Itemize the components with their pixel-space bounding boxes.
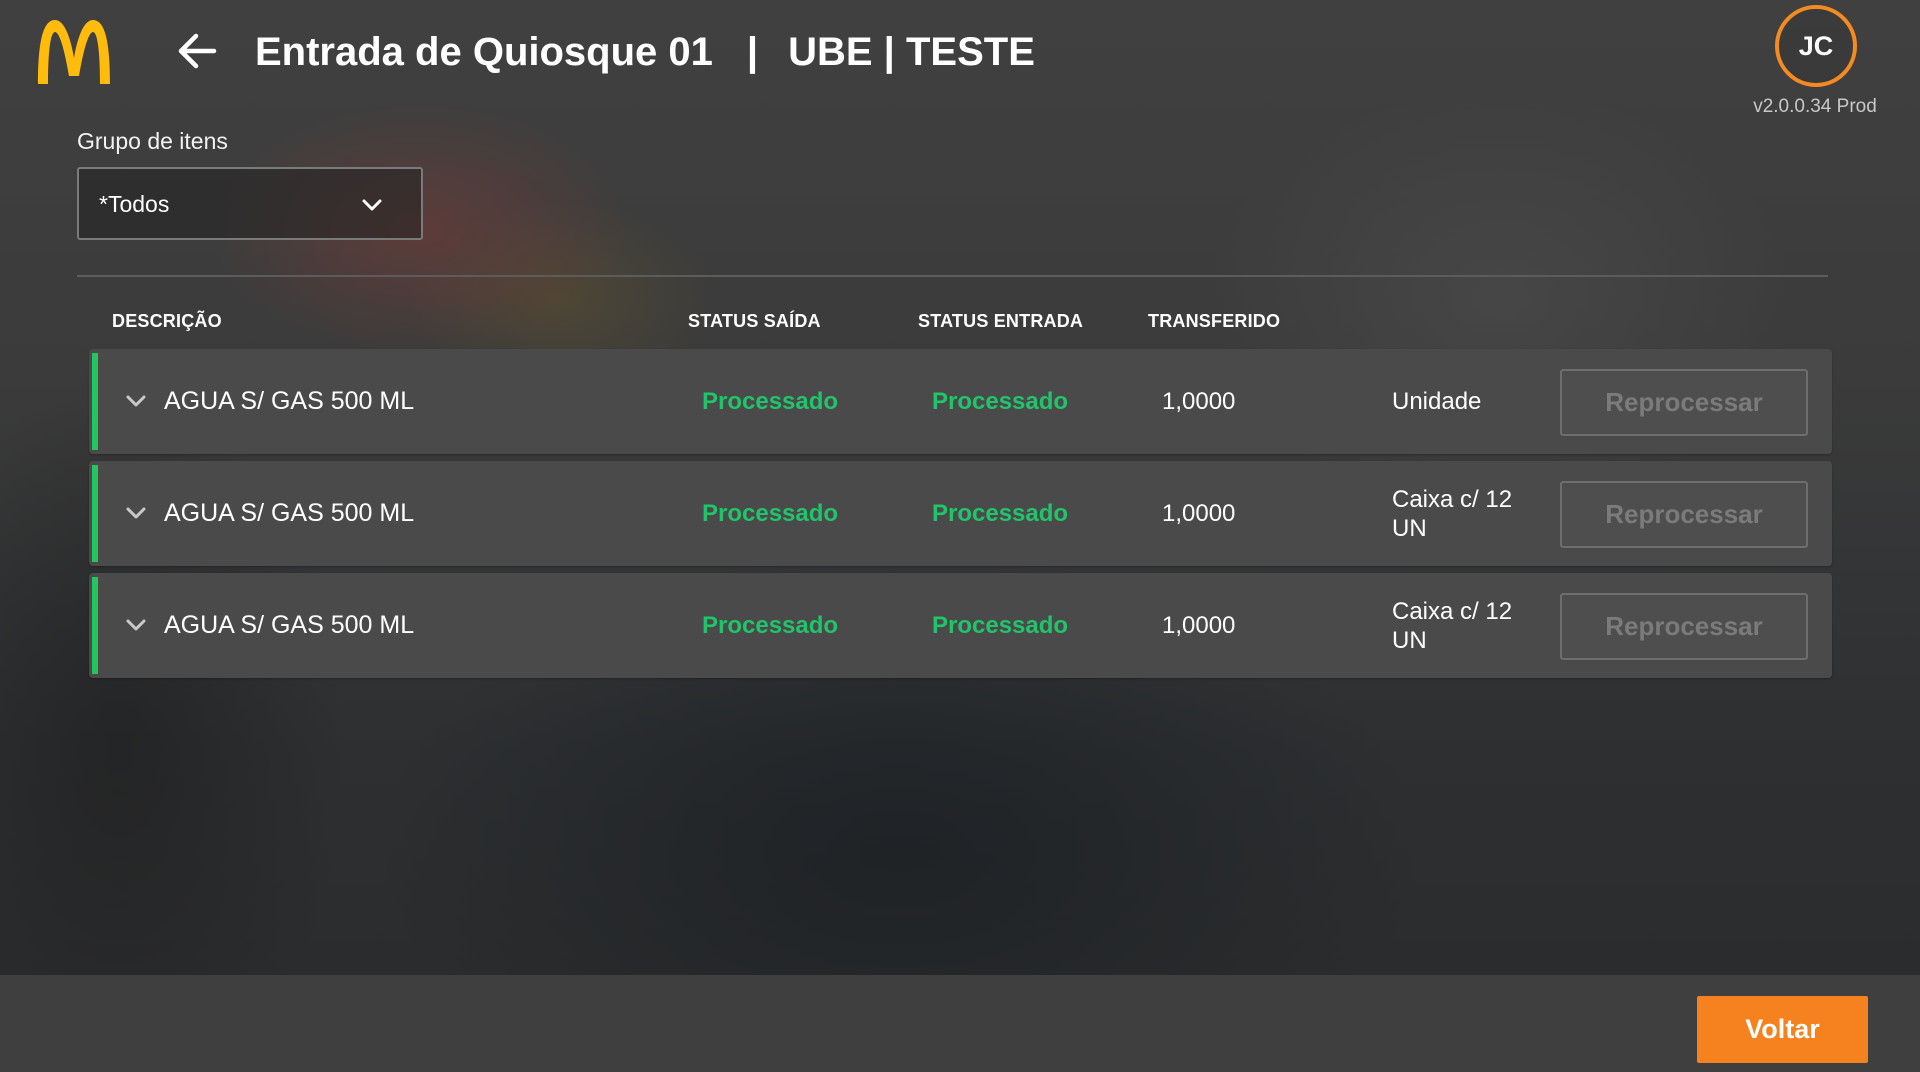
row-status-accent [92, 577, 98, 674]
row-transferred: 1,0000 [1162, 388, 1236, 415]
table-row: AGUA S/ GAS 500 ML Processado Processado… [89, 461, 1832, 566]
column-header-description: DESCRIÇÃO [112, 311, 222, 331]
table-row: AGUA S/ GAS 500 ML Processado Processado… [89, 573, 1832, 678]
reprocess-button[interactable]: Reprocessar [1560, 369, 1808, 436]
row-status-in: Processado [932, 500, 1069, 527]
item-group-selected-value: *Todos [99, 191, 170, 217]
row-status-out: Processado [702, 500, 839, 527]
app-version: v2.0.0.34 Prod [1753, 96, 1877, 117]
chevron-down-icon[interactable] [125, 614, 147, 636]
row-unit: Caixa c/ 12 UN [1392, 485, 1513, 542]
table-row: AGUA S/ GAS 500 ML Processado Processado… [89, 349, 1832, 454]
row-transferred: 1,0000 [1162, 500, 1236, 527]
divider [77, 275, 1828, 277]
avatar-initials: JC [1798, 30, 1834, 61]
item-group-label: Grupo de itens [77, 128, 228, 154]
page-title: Entrada de Quiosque 01 | UBE | TESTE [255, 26, 1035, 78]
brand-logo [34, 18, 114, 84]
store-name: UBE | TESTE [788, 30, 1035, 74]
column-header-transferred: TRANSFERIDO [1148, 311, 1281, 331]
chevron-down-icon [362, 199, 382, 211]
row-transferred: 1,0000 [1162, 612, 1236, 639]
back-arrow-button[interactable] [172, 26, 222, 76]
row-description: AGUA S/ GAS 500 ML [164, 499, 415, 527]
row-status-in: Processado [932, 612, 1069, 639]
row-description: AGUA S/ GAS 500 ML [164, 611, 415, 639]
item-group-select[interactable]: *Todos [77, 167, 423, 240]
row-status-accent [92, 465, 98, 562]
row-status-accent [92, 353, 98, 450]
back-button[interactable]: Voltar [1697, 996, 1868, 1063]
row-status-in: Processado [932, 388, 1069, 415]
reprocess-button[interactable]: Reprocessar [1560, 593, 1808, 660]
chevron-down-icon[interactable] [125, 502, 147, 524]
page-title-text: Entrada de Quiosque 01 [255, 30, 713, 74]
title-separator: | [746, 30, 759, 74]
row-status-out: Processado [702, 612, 839, 639]
row-description: AGUA S/ GAS 500 ML [164, 387, 415, 415]
user-avatar[interactable]: JC [1775, 5, 1857, 87]
row-unit: Unidade [1392, 388, 1482, 415]
chevron-down-icon[interactable] [125, 390, 147, 412]
row-status-out: Processado [702, 388, 839, 415]
row-unit: Caixa c/ 12 UN [1392, 597, 1513, 654]
column-header-status-in: STATUS ENTRADA [918, 311, 1084, 331]
golden-arches-logo-icon [38, 20, 110, 84]
column-header-status-out: STATUS SAÍDA [688, 311, 821, 331]
footer-bar [0, 975, 1920, 1072]
arrow-left-icon [178, 33, 217, 69]
reprocess-button[interactable]: Reprocessar [1560, 481, 1808, 548]
